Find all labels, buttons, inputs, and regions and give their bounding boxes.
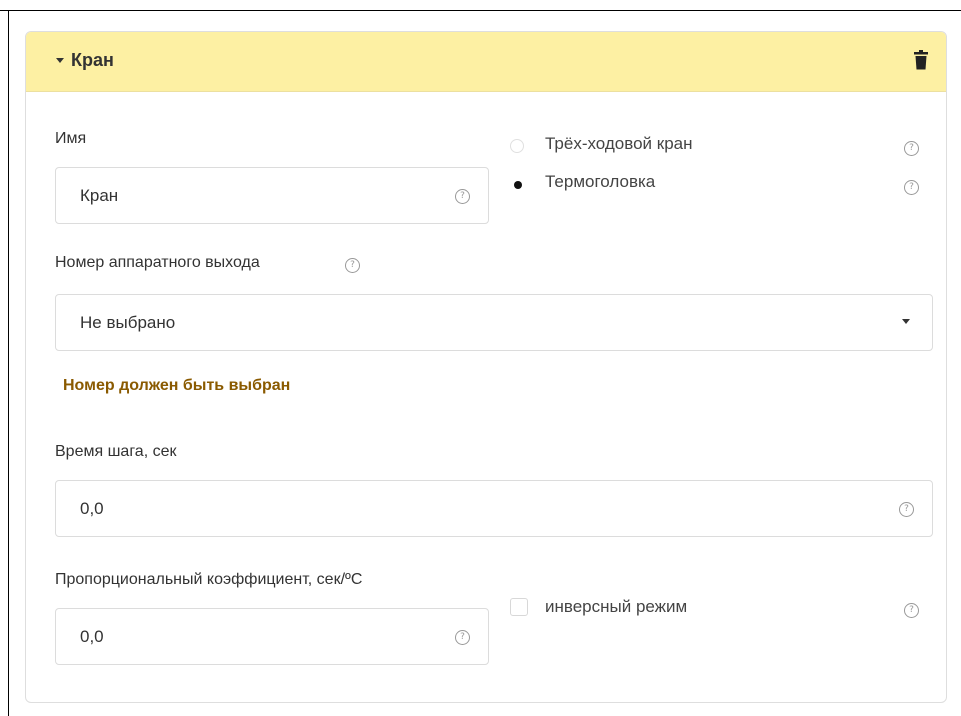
step-time-input[interactable]: 0,0 ? [55,480,933,537]
question-circle-icon[interactable]: ? [899,502,914,517]
question-circle-icon[interactable]: ? [455,189,470,204]
radio-thermo-head[interactable] [510,177,524,191]
output-select-value: Не выбрано [80,312,176,332]
question-circle-icon[interactable]: ? [904,603,919,618]
inverse-mode-checkbox[interactable] [510,598,528,616]
name-input[interactable]: Кран ? [55,167,489,224]
radio-label-thermo-head: Термоголовка [545,172,656,191]
prop-coef-input[interactable]: 0,0 ? [55,608,489,665]
output-label: Номер аппаратного выхода [55,254,260,271]
name-label: Имя [55,130,87,147]
step-time-value: 0,0 [80,498,104,518]
step-time-label: Время шага, сек [55,443,177,460]
trash-icon[interactable] [914,50,928,70]
window-left-border [8,10,9,716]
card-title: Кран [71,50,114,70]
card-header[interactable]: Кран [26,32,946,92]
question-circle-icon[interactable]: ? [455,630,470,645]
radio-three-way-valve[interactable] [510,139,524,153]
question-circle-icon[interactable]: ? [904,141,919,156]
caret-down-icon[interactable] [56,58,64,63]
prop-coef-label: Пропорциональный коэффициент, сек/ºC [55,571,363,588]
name-input-value: Кран [80,185,119,205]
radio-label-three-way-valve: Трёх-ходовой кран [545,134,693,153]
inverse-mode-label: инверсный режим [545,597,688,616]
question-circle-icon[interactable]: ? [345,258,360,273]
prop-coef-value: 0,0 [80,626,104,646]
output-select[interactable]: Не выбрано [55,294,933,351]
chevron-down-icon [902,319,910,324]
window-top-border [0,10,961,11]
question-circle-icon[interactable]: ? [904,180,919,195]
output-warning: Номер должен быть выбран [63,377,291,394]
valve-card: Кран Имя Кран ? Трёх-ходовой кран ? Терм… [25,31,947,703]
